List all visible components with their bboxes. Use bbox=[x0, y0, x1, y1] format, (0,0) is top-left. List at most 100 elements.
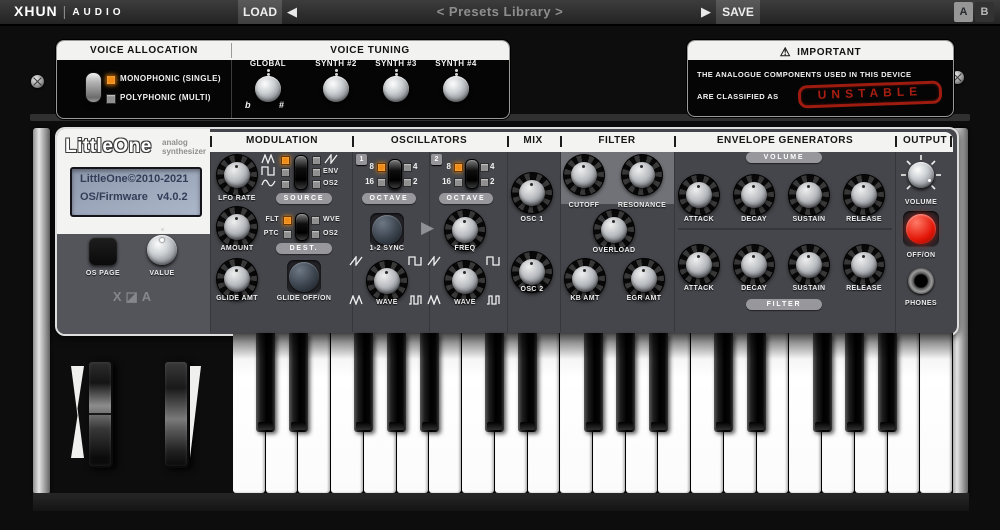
dest-wve-label: WVE bbox=[323, 216, 349, 223]
source-lfo-tri-led bbox=[281, 156, 290, 165]
glide-amount-knob[interactable] bbox=[217, 259, 257, 299]
osc2-octave-toggle[interactable] bbox=[465, 159, 479, 189]
eg-vol-attack-label: ATTACK bbox=[669, 216, 729, 223]
brand-logo: XHUN|AUDIO bbox=[14, 3, 125, 19]
mod-amount-knob[interactable] bbox=[217, 207, 257, 247]
saw-wave-icon bbox=[427, 256, 443, 266]
osc1-octave4-led bbox=[403, 163, 412, 172]
eg-volume-badge: VOLUME bbox=[746, 152, 822, 163]
eg-vol-decay-knob[interactable] bbox=[734, 175, 774, 215]
header-divider bbox=[507, 136, 509, 147]
polyphonic-label: POLYPHONIC (MULTI) bbox=[120, 93, 211, 102]
eg-flt-decay-knob[interactable] bbox=[734, 245, 774, 285]
eg-flt-decay-label: DECAY bbox=[724, 285, 784, 292]
filter-resonance-knob[interactable] bbox=[622, 155, 662, 195]
mod-wheel[interactable] bbox=[163, 360, 189, 468]
eg-flt-sustain-knob[interactable] bbox=[789, 245, 829, 285]
left-endcap bbox=[33, 128, 50, 494]
osc-sync-button[interactable] bbox=[370, 213, 404, 247]
eg-flt-attack-knob[interactable] bbox=[679, 245, 719, 285]
black-key[interactable] bbox=[354, 333, 373, 432]
osc2-wave-label: WAVE bbox=[435, 299, 495, 306]
global-tune-knob[interactable] bbox=[255, 76, 281, 102]
eg-vol-attack-knob[interactable] bbox=[679, 175, 719, 215]
mod-amount-label: AMOUNT bbox=[202, 245, 272, 252]
osc1-wave-knob[interactable] bbox=[367, 261, 407, 301]
osc-flow-arrow-icon: ▶ bbox=[421, 219, 434, 236]
osc1-octave2-led bbox=[403, 178, 412, 187]
osc2-freq-label: FREQ bbox=[435, 245, 495, 252]
synth3-tune-knob[interactable] bbox=[383, 76, 409, 102]
filter-cutoff-knob[interactable] bbox=[564, 155, 604, 195]
black-key[interactable] bbox=[387, 333, 406, 432]
section-title-modulation: MODULATION bbox=[212, 135, 352, 146]
black-key[interactable] bbox=[747, 333, 766, 432]
value-label: VALUE bbox=[131, 270, 193, 277]
source-env-led bbox=[312, 168, 321, 177]
mod-dest-toggle[interactable] bbox=[295, 213, 309, 241]
header-divider bbox=[950, 136, 952, 147]
mix-osc1-knob[interactable] bbox=[512, 173, 552, 213]
source-badge: SOURCE bbox=[276, 193, 332, 204]
phones-jack[interactable] bbox=[908, 268, 934, 294]
black-key[interactable] bbox=[584, 333, 603, 432]
header-divider bbox=[352, 136, 354, 147]
eg-vol-sustain-knob[interactable] bbox=[789, 175, 829, 215]
synth2-tune-knob[interactable] bbox=[323, 76, 349, 102]
keyboard[interactable] bbox=[233, 333, 953, 493]
saw-wave-icon bbox=[324, 154, 340, 164]
load-button[interactable]: LOAD bbox=[238, 0, 282, 24]
filter-overload-knob[interactable] bbox=[594, 210, 634, 250]
save-button[interactable]: SAVE bbox=[716, 0, 760, 24]
osc2-octave-4: 4 bbox=[490, 162, 494, 171]
power-button[interactable] bbox=[903, 211, 939, 247]
osc2-freq-knob[interactable] bbox=[445, 210, 485, 250]
black-key[interactable] bbox=[518, 333, 537, 432]
slot-b-button[interactable]: B bbox=[975, 2, 994, 22]
os-page-button[interactable] bbox=[89, 237, 117, 265]
next-preset-icon[interactable]: ▶ bbox=[701, 4, 711, 20]
black-key[interactable] bbox=[485, 333, 504, 432]
eg-vol-release-knob[interactable] bbox=[844, 175, 884, 215]
header-divider bbox=[895, 136, 897, 147]
pitch-wheel[interactable] bbox=[87, 360, 113, 468]
value-knob-tick bbox=[161, 228, 164, 231]
lfo-rate-knob[interactable] bbox=[217, 155, 257, 195]
black-key[interactable] bbox=[714, 333, 733, 432]
white-key[interactable] bbox=[920, 333, 952, 493]
slot-a-button[interactable]: A bbox=[954, 2, 973, 22]
eg-flt-release-knob[interactable] bbox=[844, 245, 884, 285]
black-key[interactable] bbox=[289, 333, 308, 432]
os-page-label: OS PAGE bbox=[72, 270, 134, 277]
voice-tuning-title: VOICE TUNING bbox=[231, 45, 509, 56]
preset-display[interactable]: < Presets Library > bbox=[350, 4, 650, 19]
output-volume-knob[interactable] bbox=[908, 162, 934, 188]
section-divider bbox=[507, 152, 508, 332]
osc1-octave-badge: OCTAVE bbox=[362, 193, 416, 204]
lcd-display: LittleOne©2010-2021 OS/Firmware v4.0.2 bbox=[70, 167, 202, 217]
glide-onoff-button[interactable] bbox=[287, 260, 321, 294]
black-key[interactable] bbox=[845, 333, 864, 432]
synth4-tune-knob[interactable] bbox=[443, 76, 469, 102]
phones-label: PHONES bbox=[891, 300, 951, 307]
black-key[interactable] bbox=[616, 333, 635, 432]
filter-kbamt-label: KB AMT bbox=[555, 295, 615, 302]
filter-overload-label: OVERLOAD bbox=[579, 247, 649, 254]
filter-kbamt-knob[interactable] bbox=[565, 259, 605, 299]
black-key[interactable] bbox=[878, 333, 897, 432]
important-line2: ARE CLASSIFIED AS bbox=[697, 92, 779, 101]
important-line1: THE ANALOGUE COMPONENTS USED IN THIS DEV… bbox=[697, 70, 911, 79]
osc2-wave-knob[interactable] bbox=[445, 261, 485, 301]
voice-allocation-toggle[interactable] bbox=[85, 72, 102, 103]
black-key[interactable] bbox=[649, 333, 668, 432]
filter-egramt-knob[interactable] bbox=[624, 259, 664, 299]
mod-source-toggle[interactable] bbox=[294, 155, 308, 190]
prev-preset-icon[interactable]: ◀ bbox=[287, 4, 297, 20]
product-logo: LittleOne bbox=[65, 136, 152, 158]
mod-wheel-marker-icon bbox=[190, 366, 201, 458]
osc1-octave-toggle[interactable] bbox=[388, 159, 402, 189]
section-title-oscillators: OSCILLATORS bbox=[359, 135, 499, 146]
black-key[interactable] bbox=[420, 333, 439, 432]
black-key[interactable] bbox=[256, 333, 275, 432]
black-key[interactable] bbox=[813, 333, 832, 432]
